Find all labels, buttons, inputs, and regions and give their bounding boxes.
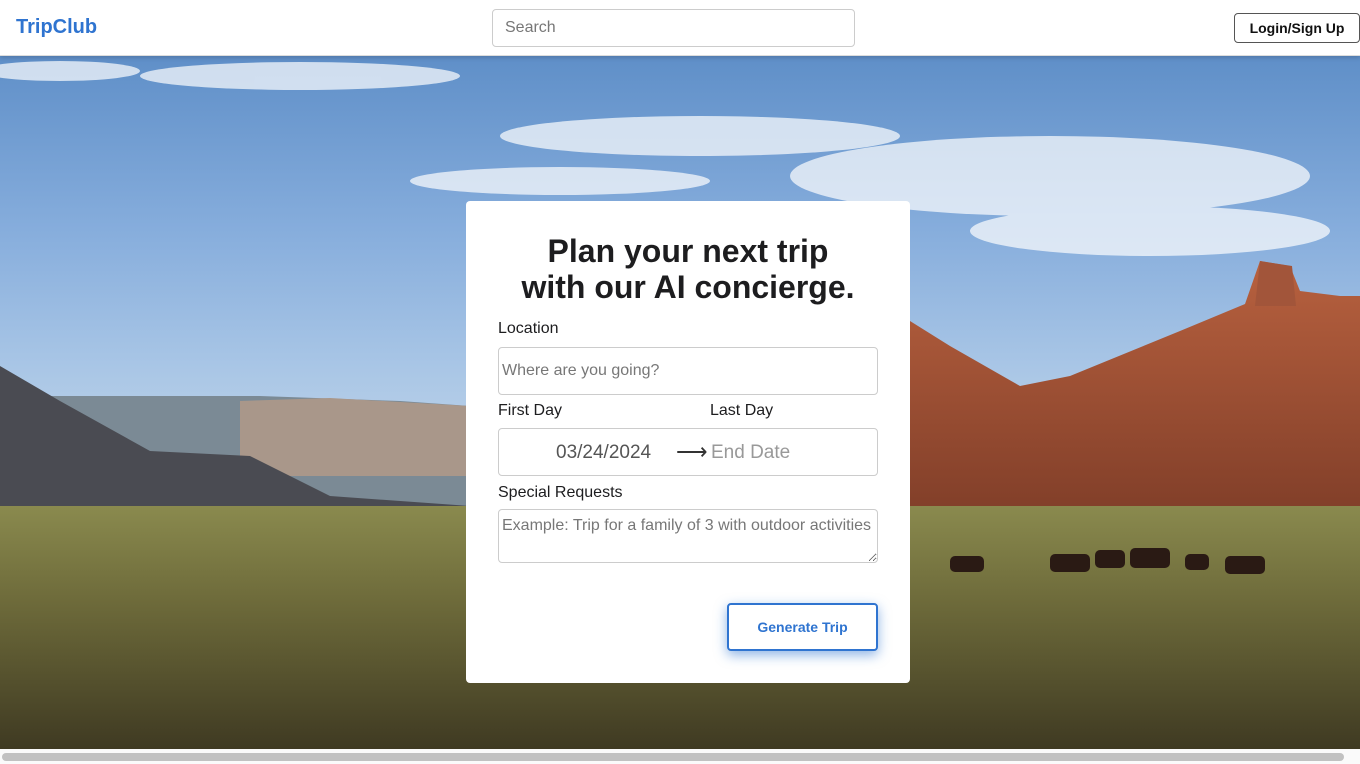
end-date-input[interactable]: End Date [711, 442, 790, 464]
login-signup-button[interactable]: Login/Sign Up [1234, 13, 1360, 43]
start-date-input[interactable]: 03/24/2024 [556, 442, 651, 464]
horizontal-scrollbar[interactable] [0, 749, 1360, 764]
first-day-label: First Day [498, 402, 562, 419]
title-line-1: Plan your next trip [547, 233, 829, 269]
trip-planner-card: Plan your next trip with our AI concierg… [466, 201, 910, 683]
date-range-picker[interactable]: 03/24/2024 ⟶ End Date [498, 428, 878, 476]
location-input[interactable] [498, 347, 878, 395]
location-label: Location [498, 320, 559, 337]
header: TripClub Login/Sign Up [0, 0, 1360, 56]
logo[interactable]: TripClub [16, 16, 97, 39]
generate-trip-button[interactable]: Generate Trip [727, 603, 878, 651]
card-title: Plan your next trip with our AI concierg… [466, 233, 910, 305]
title-line-2: with our AI concierge. [521, 269, 855, 305]
search-input[interactable] [492, 9, 855, 47]
special-requests-label: Special Requests [498, 484, 623, 501]
arrow-right-icon: ⟶ [676, 439, 708, 464]
last-day-label: Last Day [710, 402, 774, 419]
scrollbar-thumb[interactable] [2, 753, 1344, 761]
special-requests-textarea[interactable] [498, 509, 878, 563]
